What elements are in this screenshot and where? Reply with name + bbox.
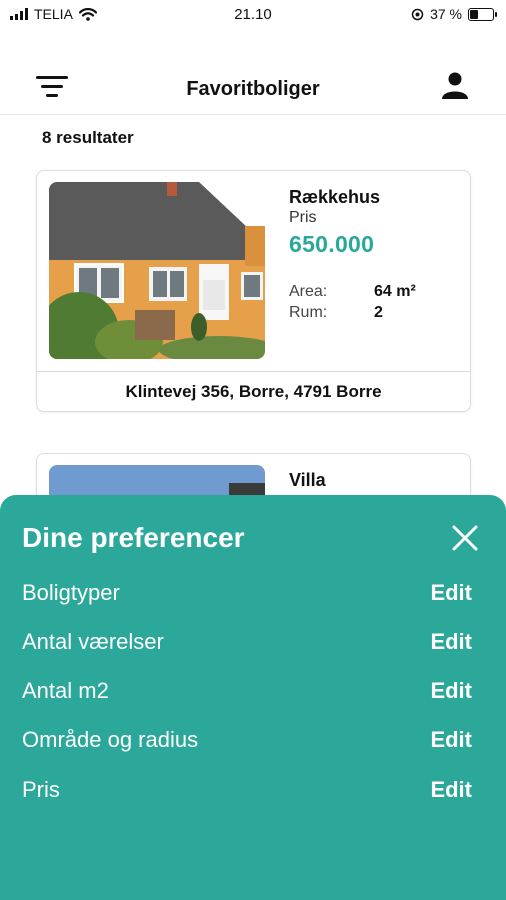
preference-row-antal-vaerelser: Antal værelser Edit	[22, 629, 472, 663]
area-value: 64 m²	[374, 283, 416, 300]
preference-row-omraade-radius: Område og radius Edit	[22, 727, 472, 761]
preference-label: Antal værelser	[22, 629, 164, 654]
rooms-label: Rum:	[289, 304, 328, 321]
area-label: Area:	[289, 283, 328, 300]
edit-button[interactable]: Edit	[430, 629, 472, 655]
listing-card[interactable]: Rækkehus Pris 650.000 Area: 64 m² Rum: 2…	[36, 170, 471, 412]
status-right: 37 %	[411, 6, 497, 22]
listing-price: 650.000	[289, 231, 375, 257]
preference-label: Antal m2	[22, 678, 109, 703]
page-title: Favoritboliger	[186, 78, 320, 100]
sheet-title: Dine preferencer	[22, 522, 245, 553]
preference-label: Boligtyper	[22, 580, 120, 605]
battery-percent: 37 %	[430, 6, 462, 22]
listing-type: Rækkehus	[289, 187, 381, 207]
listing-photo	[49, 182, 265, 359]
preference-row-boligtyper: Boligtyper Edit	[22, 580, 472, 614]
user-icon[interactable]	[440, 70, 470, 100]
orientation-lock-icon	[411, 8, 424, 20]
edit-button[interactable]: Edit	[430, 727, 472, 753]
listing-type: Villa	[289, 470, 326, 490]
app-header: Favoritboliger	[0, 60, 506, 115]
preference-row-antal-m2: Antal m2 Edit	[22, 678, 472, 712]
battery-icon	[468, 7, 497, 21]
edit-button[interactable]: Edit	[430, 678, 472, 704]
edit-button[interactable]: Edit	[430, 580, 472, 606]
close-icon[interactable]	[452, 525, 478, 551]
price-label: Pris	[289, 209, 317, 226]
preference-row-pris: Pris Edit	[22, 777, 472, 811]
results-count: 8 resultater	[42, 128, 134, 147]
edit-button[interactable]: Edit	[430, 777, 472, 803]
preference-label: Pris	[22, 777, 60, 802]
status-bar: TELIA 21.10 37 %	[0, 0, 506, 30]
preference-label: Område og radius	[22, 727, 199, 752]
rooms-value: 2	[374, 304, 383, 321]
house-photo-illustration	[49, 182, 265, 359]
preferences-sheet: Dine preferencer Boligtyper Edit Antal v…	[0, 495, 506, 900]
battery-fill	[470, 9, 478, 19]
listing-address: Klintevej 356, Borre, 4791 Borre	[37, 371, 470, 412]
